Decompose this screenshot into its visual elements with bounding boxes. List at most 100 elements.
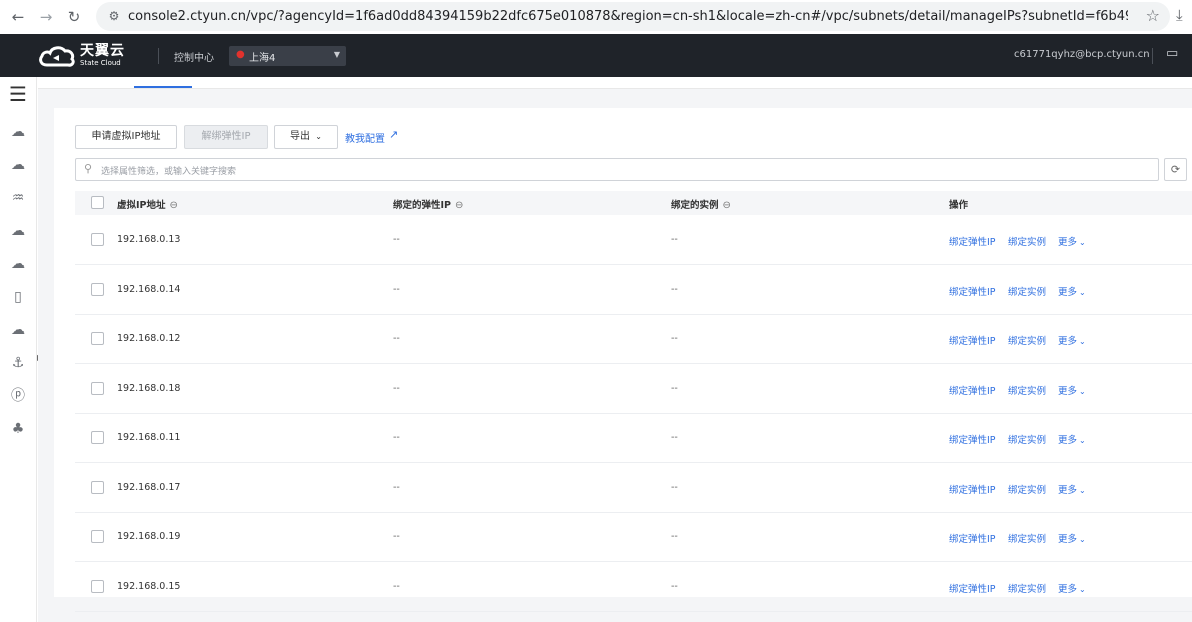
external-link-icon[interactable]: ↗: [389, 128, 398, 141]
bound-instance: --: [671, 531, 678, 542]
cloud-disk-icon[interactable]: ☁: [9, 156, 27, 174]
bound-eip: --: [393, 580, 400, 592]
bind-eip-link[interactable]: 绑定弹性IP: [949, 234, 996, 248]
chevron-down-icon: ⌄: [1079, 337, 1086, 346]
cluster-icon[interactable]: ♣: [9, 420, 27, 438]
vip-address: 192.168.0.11: [117, 432, 181, 443]
select-all-checkbox[interactable]: [91, 196, 104, 209]
bind-instance-link[interactable]: 绑定实例: [1008, 531, 1046, 545]
more-dropdown[interactable]: 更多 ⌄: [1058, 531, 1086, 545]
storage-icon[interactable]: ▯: [9, 288, 27, 306]
vip-address: 192.168.0.14: [117, 283, 181, 295]
table-row: 192.168.0.15 -- -- 绑定弹性IP 绑定实例 更多 ⌄: [75, 562, 1192, 612]
bound-eip: --: [393, 382, 400, 394]
url-text[interactable]: console2.ctyun.cn/vpc/?agencyId=1f6ad0dd…: [128, 9, 1128, 24]
column-header-eip[interactable]: 绑定的弹性IP ⊖: [393, 197, 463, 211]
region-selector[interactable]: ● 上海4 ▼: [229, 46, 346, 66]
more-dropdown[interactable]: 更多 ⌄: [1058, 581, 1086, 595]
bind-instance-link[interactable]: 绑定实例: [1008, 432, 1046, 446]
anchor-icon[interactable]: ⚓: [9, 354, 27, 372]
download-icon[interactable]: ⤓: [1176, 6, 1183, 24]
bind-instance-link[interactable]: 绑定实例: [1008, 581, 1046, 595]
bind-eip-link[interactable]: 绑定弹性IP: [949, 531, 996, 545]
vip-address: 192.168.0.19: [117, 531, 181, 542]
logo-cloud-icon: [39, 46, 75, 67]
more-dropdown[interactable]: 更多 ⌄: [1058, 234, 1086, 248]
column-header-ip[interactable]: 虚拟IP地址 ⊖: [117, 197, 178, 211]
cloud-server-icon[interactable]: ☁: [9, 123, 27, 141]
table-row: 192.168.0.19 -- -- 绑定弹性IP 绑定实例 更多 ⌄: [75, 512, 1192, 562]
row-checkbox[interactable]: [91, 431, 104, 444]
apply-vip-button[interactable]: 申请虚拟IP地址: [75, 125, 177, 149]
region-label: 上海4: [249, 53, 276, 64]
bind-eip-link[interactable]: 绑定弹性IP: [949, 581, 996, 595]
search-button[interactable]: ⟳: [1164, 158, 1187, 181]
export-dropdown[interactable]: 导出 ⌄: [274, 125, 338, 149]
chevron-down-icon: ⌄: [1079, 386, 1086, 396]
bind-instance-link[interactable]: 绑定实例: [1008, 482, 1046, 496]
row-checkbox[interactable]: [91, 381, 104, 395]
chevron-down-icon: ⌄: [1079, 485, 1086, 495]
reload-icon[interactable]: ↻: [64, 7, 84, 27]
row-checkbox[interactable]: [91, 579, 104, 593]
column-header-instance[interactable]: 绑定的实例 ⊖: [671, 197, 731, 211]
chevron-down-icon: ⌄: [1079, 287, 1086, 297]
bind-instance-link[interactable]: 绑定实例: [1008, 333, 1046, 347]
filter-icon[interactable]: ⊖: [723, 200, 731, 211]
search-input[interactable]: ⚲ 选择属性筛选，或输入关键字搜索: [75, 158, 1159, 181]
unbind-eip-button[interactable]: 解绑弹性IP: [184, 125, 268, 149]
row-checkbox[interactable]: [91, 332, 104, 345]
bind-instance-link[interactable]: 绑定实例: [1008, 383, 1046, 397]
chevron-down-icon: ⌄: [1079, 535, 1086, 544]
row-checkbox[interactable]: [91, 282, 104, 296]
bind-eip-link[interactable]: 绑定弹性IP: [949, 284, 996, 298]
bind-eip-link[interactable]: 绑定弹性IP: [949, 482, 996, 496]
ip-icon[interactable]: ⓟ: [9, 387, 27, 405]
more-dropdown[interactable]: 更多 ⌄: [1058, 284, 1086, 298]
cloud-sync-icon[interactable]: ☁: [9, 321, 27, 339]
bound-instance: --: [671, 333, 678, 344]
left-rail: ☰ ☁ ☁ ♒ ☁ ☁ ▯ ☁ ⚓ ⓟ ♣: [0, 77, 37, 622]
row-checkbox[interactable]: [91, 233, 104, 246]
vip-address: 192.168.0.15: [117, 580, 181, 592]
location-pin-icon: ●: [236, 49, 245, 60]
filter-icon[interactable]: ⊖: [170, 200, 178, 211]
help-link[interactable]: 教我配置: [345, 130, 385, 145]
bind-instance-link[interactable]: 绑定实例: [1008, 284, 1046, 298]
more-dropdown[interactable]: 更多 ⌄: [1058, 383, 1086, 397]
table-row: 192.168.0.11 -- -- 绑定弹性IP 绑定实例 更多 ⌄: [75, 413, 1192, 463]
user-account[interactable]: c61771qyhz@bcp.ctyun.cn: [1014, 49, 1150, 60]
more-dropdown[interactable]: 更多 ⌄: [1058, 432, 1086, 446]
message-icon[interactable]: ▭: [1166, 46, 1178, 61]
bind-instance-link[interactable]: 绑定实例: [1008, 234, 1046, 248]
caret-down-icon: ▼: [333, 50, 340, 59]
row-checkbox[interactable]: [91, 480, 104, 494]
bound-eip: --: [393, 481, 400, 493]
filter-icon[interactable]: ⊖: [455, 200, 463, 211]
chevron-down-icon: ⌄: [1079, 238, 1086, 247]
bound-eip: --: [393, 432, 400, 443]
more-dropdown[interactable]: 更多 ⌄: [1058, 482, 1086, 496]
network-icon[interactable]: ♒: [9, 189, 27, 207]
divider: [158, 48, 159, 64]
table-row: 192.168.0.14 -- -- 绑定弹性IP 绑定实例 更多 ⌄: [75, 265, 1192, 315]
vip-address: 192.168.0.18: [117, 382, 181, 394]
bookmark-star-icon[interactable]: ☆: [1146, 6, 1160, 25]
active-tab-indicator: [134, 86, 192, 88]
cloud-icon[interactable]: ☁: [9, 222, 27, 240]
bind-eip-link[interactable]: 绑定弹性IP: [949, 432, 996, 446]
ctyun-logo[interactable]: 天翼云 State Cloud: [38, 42, 125, 70]
forward-icon[interactable]: →: [36, 7, 56, 27]
more-dropdown[interactable]: 更多 ⌄: [1058, 333, 1086, 347]
console-link[interactable]: 控制中心: [174, 49, 214, 64]
back-icon[interactable]: ←: [8, 7, 28, 27]
row-checkbox[interactable]: [91, 530, 104, 543]
menu-icon[interactable]: ☰: [9, 84, 27, 104]
cloud-upload-icon[interactable]: ☁: [9, 255, 27, 273]
site-settings-icon[interactable]: ⚙: [106, 8, 122, 24]
export-label: 导出: [290, 131, 311, 142]
bound-eip: --: [393, 234, 400, 245]
bind-eip-link[interactable]: 绑定弹性IP: [949, 333, 996, 347]
address-bar[interactable]: ⚙ console2.ctyun.cn/vpc/?agencyId=1f6ad0…: [96, 2, 1170, 31]
bind-eip-link[interactable]: 绑定弹性IP: [949, 383, 996, 397]
